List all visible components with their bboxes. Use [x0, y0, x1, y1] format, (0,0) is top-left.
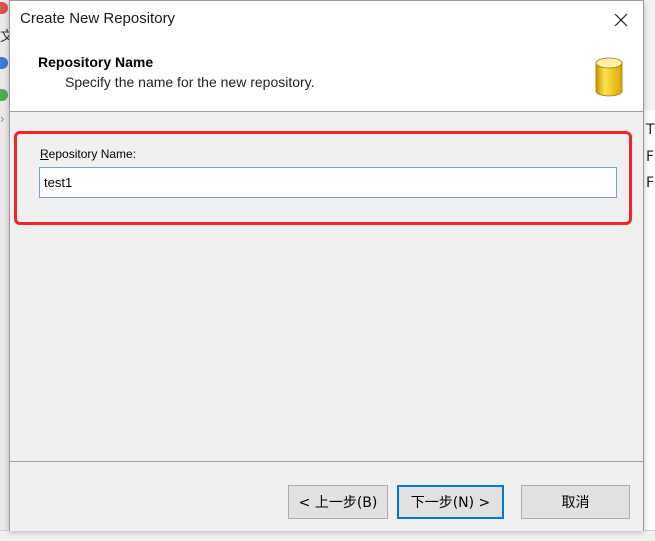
- dialog-titlebar[interactable]: Create New Repository: [10, 1, 643, 39]
- create-repository-dialog: Create New Repository Repository Name Sp…: [9, 0, 644, 531]
- repository-name-input[interactable]: [39, 167, 617, 198]
- wizard-footer: < 上一步(B) 下一步(N) > 取消: [10, 461, 643, 531]
- database-icon: [595, 57, 623, 97]
- wizard-header: Repository Name Specify the name for the…: [10, 39, 643, 112]
- background-app-icon: [0, 2, 8, 14]
- next-button[interactable]: 下一步(N) >: [397, 485, 504, 519]
- close-button[interactable]: [599, 1, 643, 39]
- background-bottom-edge: [0, 530, 655, 541]
- repository-name-label: Repository Name:: [40, 147, 136, 161]
- page-subtitle: Specify the name for the new repository.: [65, 74, 315, 90]
- background-right-panel: T F F: [643, 110, 655, 541]
- wizard-content: Repository Name:: [10, 113, 643, 461]
- background-right-text: F: [646, 149, 655, 165]
- page-title: Repository Name: [38, 54, 154, 70]
- label-mnemonic: R: [40, 147, 49, 161]
- cancel-button[interactable]: 取消: [521, 485, 630, 519]
- back-button[interactable]: < 上一步(B): [288, 485, 388, 519]
- background-app-icon: [0, 89, 8, 101]
- background-right-text: T: [646, 122, 655, 138]
- close-icon: [614, 13, 628, 27]
- dialog-title: Create New Repository: [20, 10, 176, 27]
- label-text: epository Name:: [48, 147, 137, 161]
- background-right-text: F: [646, 175, 655, 191]
- background-arrow-icon: [0, 57, 8, 69]
